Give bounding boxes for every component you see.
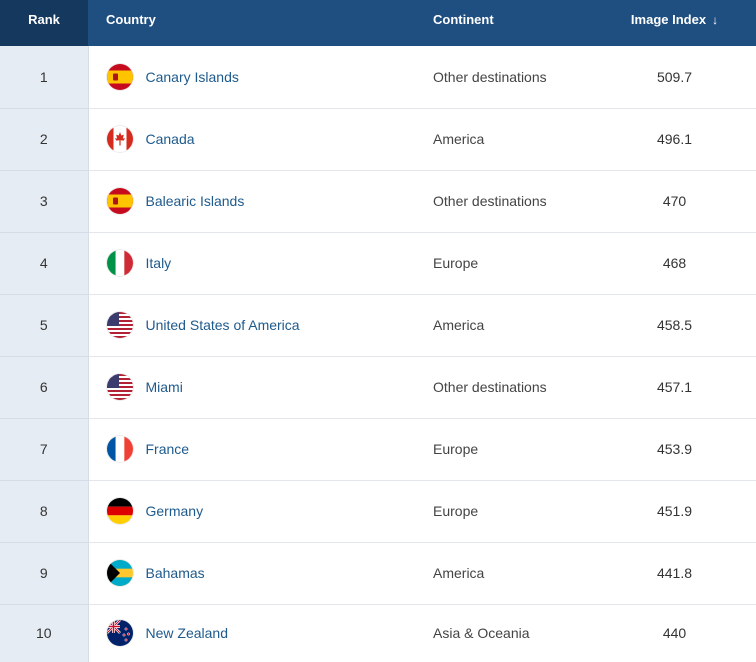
country-cell: Canary Islands	[88, 46, 418, 109]
image-index-cell: 441.8	[593, 542, 756, 605]
country-cell: Canada	[88, 108, 418, 171]
usa-flag-icon	[106, 374, 133, 400]
image-index-cell: 468	[593, 232, 756, 295]
image-index-cell: 509.7	[593, 46, 756, 109]
continent-cell: Asia & Oceania	[433, 625, 530, 642]
rank-column-header[interactable]: Rank	[0, 0, 88, 46]
image-index-cell: 470	[593, 170, 756, 233]
image-index-cell: 440	[662, 625, 687, 642]
continent-cell: America	[418, 108, 593, 171]
country-cell: Miami	[88, 356, 418, 419]
continent-cell: Europe	[418, 480, 593, 543]
country-link[interactable]: Canada	[146, 131, 195, 147]
italy-flag-icon	[106, 250, 133, 276]
table-row: 2 Canada America 496.1	[0, 108, 756, 171]
continent-column-header[interactable]: Continent	[418, 0, 593, 46]
image-index-column-header[interactable]: Image Index ↓	[593, 0, 756, 46]
continent-cell: Other destinations	[418, 170, 593, 233]
spain-flag-icon	[106, 63, 133, 90]
country-cell: Balearic Islands	[88, 170, 418, 233]
rank-cell: 7	[0, 418, 89, 481]
country-cell: New Zealand	[88, 604, 418, 662]
image-index-header-label: Image Index	[630, 12, 707, 27]
continent-cell: Europe	[418, 418, 593, 481]
table-row: 6 Miami Other destinations 457.1	[0, 356, 756, 419]
germany-flag-icon	[106, 498, 133, 524]
rank-cell: 10	[0, 604, 89, 662]
arrow-down-icon[interactable]: ↓	[712, 13, 718, 27]
ranking-table: Rank Country Continent Image Index ↓ 1 Can…	[0, 0, 756, 662]
country-column-header[interactable]: Country	[88, 0, 418, 46]
country-cell: Italy	[88, 232, 418, 295]
bahamas-flag-icon	[106, 560, 133, 586]
image-index-cell: 451.9	[593, 480, 756, 543]
country-link[interactable]: United States of America	[146, 317, 300, 333]
table-row: 9 Bahamas America 441.8	[0, 542, 756, 605]
country-cell: United States of America	[88, 294, 418, 357]
rank-cell: 3	[0, 170, 89, 233]
rank-cell: 9	[0, 542, 89, 605]
table-row: 4 Italy Europe 468	[0, 232, 756, 295]
image-index-cell: 496.1	[593, 108, 756, 171]
country-link[interactable]: New Zealand	[146, 625, 229, 641]
table-row: 5 United States of America America 458.5	[0, 294, 756, 357]
image-index-cell: 458.5	[593, 294, 756, 357]
image-index-cell: 453.9	[593, 418, 756, 481]
country-link[interactable]: Balearic Islands	[146, 193, 245, 209]
table-row: 1 Canary Islands Other destinations 509.7	[0, 46, 756, 109]
rank-cell: 1	[0, 46, 89, 109]
country-link[interactable]: Germany	[146, 503, 204, 519]
table-row: 10 New Zealand Asia & Oceania 440	[0, 604, 756, 662]
country-cell: France	[88, 418, 418, 481]
rank-cell: 4	[0, 232, 89, 295]
continent-cell: America	[418, 294, 593, 357]
table-row: 3 Balearic Islands Other destinations 470	[0, 170, 756, 233]
country-link[interactable]: Miami	[146, 379, 183, 395]
rank-cell: 2	[0, 108, 89, 171]
rank-cell: 5	[0, 294, 89, 357]
continent-cell: Europe	[418, 232, 593, 295]
country-link[interactable]: Canary Islands	[146, 69, 239, 85]
france-flag-icon	[106, 436, 133, 462]
continent-cell: Other destinations	[418, 46, 593, 109]
spain-flag-icon	[106, 188, 133, 214]
table-header-row: Rank Country Continent Image Index ↓	[0, 0, 756, 46]
country-link[interactable]: France	[146, 441, 190, 457]
table-row: 8 Germany Europe 451.9	[0, 480, 756, 543]
rank-cell: 8	[0, 480, 89, 543]
country-link[interactable]: Bahamas	[146, 565, 205, 581]
image-index-cell: 457.1	[593, 356, 756, 419]
continent-cell: Other destinations	[418, 356, 593, 419]
table-row: 7 France Europe 453.9	[0, 418, 756, 481]
country-cell: Germany	[88, 480, 418, 543]
rank-cell: 6	[0, 356, 89, 419]
new-zealand-flag-icon	[106, 620, 133, 647]
usa-flag-icon	[106, 312, 133, 338]
continent-cell: America	[418, 542, 593, 605]
country-cell: Bahamas	[88, 542, 418, 605]
country-link[interactable]: Italy	[146, 255, 172, 271]
canada-flag-icon	[106, 126, 133, 152]
